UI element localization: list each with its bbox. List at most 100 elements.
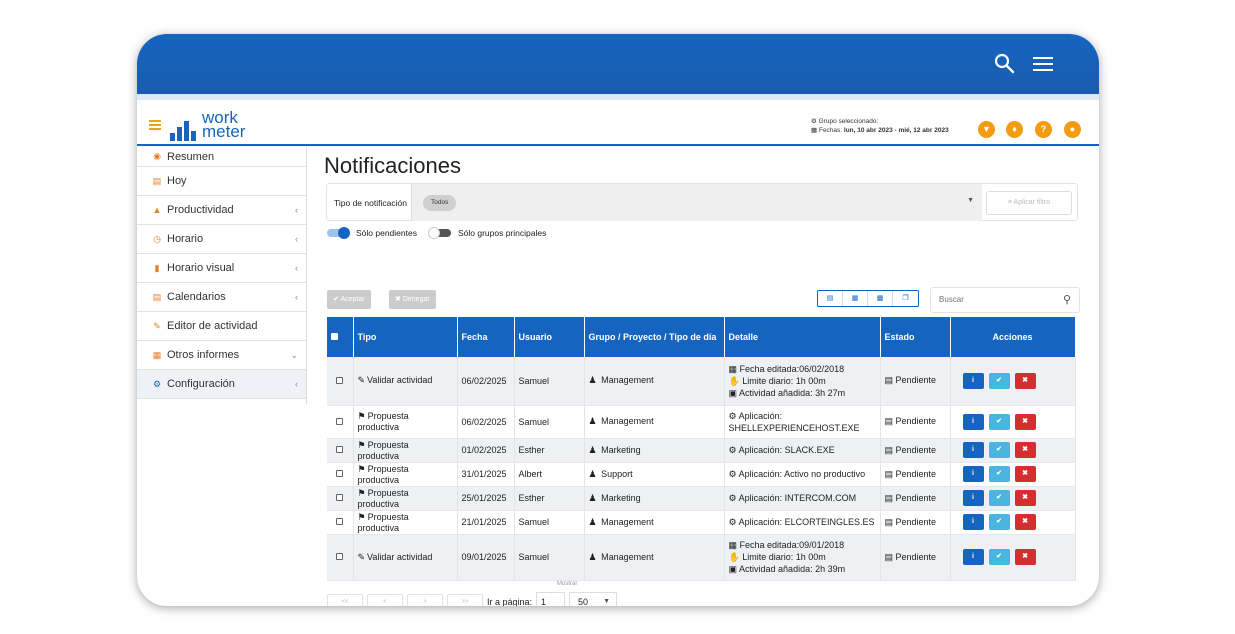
user-icon[interactable]: ● bbox=[1064, 121, 1081, 138]
approve-button[interactable]: ✔ bbox=[988, 442, 1010, 458]
main-groups-toggle[interactable] bbox=[427, 227, 451, 239]
estado-cell: ▤ Pendiente bbox=[880, 462, 951, 487]
page-number-input[interactable]: 1 bbox=[536, 592, 566, 606]
reject-button[interactable]: ✖ bbox=[1014, 549, 1036, 565]
filter-label: Tipo de notificación bbox=[334, 198, 407, 208]
approve-button[interactable]: ✔ bbox=[988, 413, 1010, 430]
first-page-button[interactable]: << bbox=[327, 594, 363, 606]
col-tipo[interactable]: Tipo bbox=[353, 317, 458, 357]
hamburger-icon[interactable] bbox=[149, 120, 161, 130]
calendar-icon: ▦ bbox=[728, 363, 738, 374]
col-grupo[interactable]: Grupo / Proyecto / Tipo de día bbox=[584, 317, 725, 357]
help-icon[interactable]: ? bbox=[1035, 121, 1052, 138]
area-chart-icon: ▲ bbox=[152, 205, 162, 215]
reject-button[interactable]: ✖ bbox=[1014, 413, 1036, 430]
row-checkbox[interactable] bbox=[327, 405, 354, 439]
info-button[interactable]: i bbox=[962, 490, 984, 506]
sidebar-item-horario[interactable]: ◷ Horario ‹ bbox=[137, 225, 306, 254]
detalle-cell: ⚙ Aplicación: INTERCOM.COM bbox=[724, 486, 881, 511]
sidebar-item-configuracion[interactable]: ⚙ Configuración ‹ bbox=[137, 370, 306, 399]
usuario-cell: Samuel bbox=[514, 510, 585, 535]
info-button[interactable]: i bbox=[962, 549, 984, 565]
edit-icon: ✎ bbox=[153, 320, 161, 331]
reject-button[interactable]: ✖ bbox=[1014, 490, 1036, 506]
info-button[interactable]: i bbox=[962, 466, 984, 482]
fecha-cell: 06/02/2025 bbox=[457, 405, 515, 439]
approve-button[interactable]: ✔ bbox=[988, 549, 1010, 565]
next-page-button[interactable]: > bbox=[407, 594, 443, 606]
grupo-cell: ♟ Support bbox=[584, 462, 725, 487]
page-title: Notificaciones bbox=[324, 153, 461, 178]
col-estado[interactable]: Estado bbox=[880, 317, 951, 357]
caret-down-icon: ▼ bbox=[967, 197, 974, 204]
last-page-button[interactable]: >> bbox=[447, 594, 483, 606]
info-button[interactable]: i bbox=[962, 514, 984, 530]
row-checkbox[interactable] bbox=[327, 357, 354, 406]
col-fecha[interactable]: Fecha bbox=[457, 317, 515, 357]
clipboard-icon: ▤ bbox=[884, 492, 894, 503]
select-all-checkbox[interactable] bbox=[327, 317, 354, 357]
plus-square-icon: ▣ bbox=[728, 564, 738, 574]
tipo-cell: ✎ Validar actividad bbox=[353, 357, 458, 406]
grupo-cell: ♟ Marketing bbox=[584, 486, 725, 511]
sidebar-item-resumen[interactable]: ◉ Resumen bbox=[137, 147, 306, 167]
deny-button[interactable]: ✖ Denegar bbox=[389, 290, 436, 309]
info-button[interactable]: i bbox=[962, 413, 984, 430]
sidebar-item-otros-informes[interactable]: ▦ Otros informes ⌄ bbox=[137, 341, 306, 370]
sidebar-item-hoy[interactable]: ▤ Hoy bbox=[137, 167, 306, 196]
col-usuario[interactable]: Usuario bbox=[514, 317, 585, 357]
reject-button[interactable]: ✖ bbox=[1014, 372, 1036, 389]
row-checkbox[interactable] bbox=[327, 510, 354, 535]
row-checkbox[interactable] bbox=[327, 534, 354, 581]
detalle-cell: ▦ Fecha editada:09/01/2018 ✋ Limite diar… bbox=[724, 534, 881, 581]
search-icon[interactable]: ⚲ bbox=[1063, 293, 1071, 306]
selection-info[interactable]: ⚙ Grupo seleccionado: ▦ Fechas: lun, 10 … bbox=[811, 117, 949, 135]
approve-button[interactable]: ✔ bbox=[988, 372, 1010, 389]
reject-button[interactable]: ✖ bbox=[1014, 514, 1036, 530]
approve-button[interactable]: ✔ bbox=[988, 466, 1010, 482]
row-checkbox[interactable] bbox=[327, 438, 354, 463]
table-header-row: Tipo Fecha Usuario Grupo / Proyecto / Ti… bbox=[327, 317, 1076, 357]
approve-button[interactable]: ✔ bbox=[988, 514, 1010, 530]
accept-button[interactable]: ✔ Aceptar bbox=[327, 290, 371, 309]
menu-icon[interactable] bbox=[1031, 52, 1055, 76]
approve-button[interactable]: ✔ bbox=[988, 490, 1010, 506]
filter-chip[interactable]: Todos bbox=[423, 195, 457, 211]
search-input[interactable] bbox=[939, 295, 1049, 304]
col-detalle[interactable]: Detalle bbox=[724, 317, 881, 357]
sidebar-item-calendarios[interactable]: ▤ Calendarios ‹ bbox=[137, 283, 306, 312]
pdf-export-icon[interactable]: ▤ bbox=[818, 291, 843, 306]
sidebar-item-productividad[interactable]: ▲ Productividad ‹ bbox=[137, 196, 306, 225]
excel-export-icon[interactable]: ▦ bbox=[843, 291, 868, 306]
page-size-select[interactable]: 50 ▼ bbox=[569, 592, 618, 606]
filter-icon[interactable]: ▼ bbox=[978, 121, 995, 138]
bell-icon[interactable]: ♦ bbox=[1006, 121, 1023, 138]
apply-filter-button[interactable]: ≡ Aplicar filtro bbox=[986, 191, 1072, 215]
users-icon: ♟ bbox=[588, 444, 597, 455]
info-button[interactable]: i bbox=[962, 442, 984, 458]
search-icon[interactable] bbox=[993, 52, 1017, 76]
prev-page-button[interactable]: < bbox=[367, 594, 403, 606]
logo[interactable]: work meter bbox=[170, 109, 250, 141]
reject-button[interactable]: ✖ bbox=[1014, 466, 1036, 482]
fecha-cell: 06/02/2025 bbox=[457, 357, 515, 406]
sidebar-item-editor-actividad[interactable]: ✎ Editor de actividad bbox=[137, 312, 306, 341]
csv-export-icon[interactable]: ▩ bbox=[868, 291, 893, 306]
chevron-left-icon: ‹ bbox=[295, 205, 298, 215]
edit-icon: ✎ bbox=[357, 375, 366, 386]
info-button[interactable]: i bbox=[962, 372, 984, 389]
grupo-cell: ♟ Management bbox=[584, 510, 725, 535]
reject-button[interactable]: ✖ bbox=[1014, 442, 1036, 458]
clipboard-icon: ▤ bbox=[884, 375, 894, 386]
notification-type-select[interactable]: Todos ▼ bbox=[411, 184, 982, 221]
acciones-cell: i ✔ ✖ bbox=[950, 438, 1076, 463]
copy-icon[interactable]: ❐ bbox=[893, 291, 918, 306]
pending-only-toggle[interactable] bbox=[327, 227, 350, 239]
row-checkbox[interactable] bbox=[327, 462, 354, 487]
clipboard-icon: ▤ bbox=[884, 444, 894, 455]
gear-icon: ⚙ bbox=[728, 410, 737, 421]
row-checkbox[interactable] bbox=[327, 486, 354, 511]
bar-chart-icon: ▮ bbox=[154, 262, 160, 273]
chevron-down-icon: ⌄ bbox=[290, 349, 298, 360]
sidebar-item-horario-visual[interactable]: ▮ Horario visual ‹ bbox=[137, 254, 306, 283]
